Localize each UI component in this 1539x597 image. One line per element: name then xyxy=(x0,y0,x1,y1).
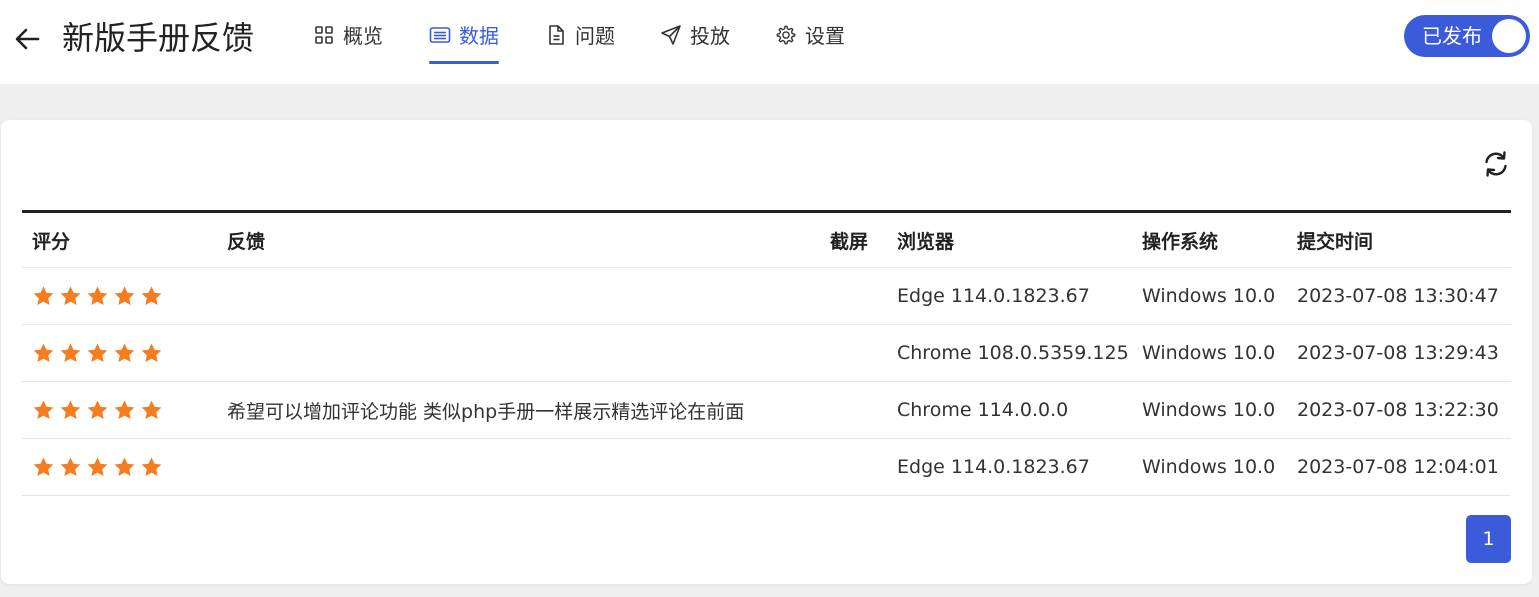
tab-data[interactable]: 数据 xyxy=(429,18,499,64)
star-icon xyxy=(141,285,162,305)
list-icon xyxy=(429,24,451,46)
grid-icon xyxy=(313,24,335,46)
browser-cell: Chrome 108.0.5359.125 xyxy=(897,342,1129,364)
column-header-rating[interactable]: 评分 xyxy=(32,213,70,267)
rating-cell xyxy=(32,439,163,495)
star-icon xyxy=(33,285,54,305)
back-button[interactable] xyxy=(10,22,44,56)
star-icon xyxy=(141,399,162,419)
column-header-os[interactable]: 操作系统 xyxy=(1142,213,1218,267)
browser-cell: Chrome 114.0.0.0 xyxy=(897,399,1069,421)
document-icon xyxy=(545,24,567,46)
table-header-row: 评分 反馈 截屏 浏览器 操作系统 提交时间 xyxy=(22,213,1511,268)
feedback-table: 评分 反馈 截屏 浏览器 操作系统 提交时间 Edge 114.0.1823.6… xyxy=(22,210,1511,496)
os-cell: Windows 10.0 xyxy=(1142,456,1276,478)
star-icon xyxy=(141,342,162,362)
star-rating xyxy=(32,456,163,479)
publish-toggle-label: 已发布 xyxy=(1422,24,1482,48)
time-cell: 2023-07-08 13:30:47 xyxy=(1297,285,1499,307)
time-cell: 2023-07-08 13:29:43 xyxy=(1297,342,1499,364)
send-icon xyxy=(660,24,682,46)
star-icon xyxy=(33,456,54,476)
table-row[interactable]: Edge 114.0.1823.67 Windows 10.0 2023-07-… xyxy=(22,439,1511,496)
feedback-cell: 希望可以增加评论功能 类似php手册一样展示精选评论在前面 xyxy=(227,400,745,423)
star-icon xyxy=(114,285,135,305)
star-icon xyxy=(87,285,108,305)
tab-questions-label: 问题 xyxy=(575,24,615,48)
tab-overview[interactable]: 概览 xyxy=(313,18,383,64)
rating-cell xyxy=(32,268,163,324)
browser-cell: Edge 114.0.1823.67 xyxy=(897,285,1090,307)
refresh-icon xyxy=(1485,151,1507,177)
os-cell: Windows 10.0 xyxy=(1142,285,1276,307)
star-icon xyxy=(114,342,135,362)
column-header-feedback[interactable]: 反馈 xyxy=(227,213,265,267)
os-cell: Windows 10.0 xyxy=(1142,342,1276,364)
star-icon xyxy=(114,399,135,419)
star-rating xyxy=(32,285,163,308)
arrow-left-icon xyxy=(15,28,40,50)
star-icon xyxy=(87,342,108,362)
refresh-button[interactable] xyxy=(1480,148,1512,180)
rating-cell xyxy=(32,382,163,438)
star-icon xyxy=(87,399,108,419)
publish-toggle[interactable]: 已发布 xyxy=(1404,15,1530,57)
top-bar: 新版手册反馈 概览 数据 问题 投放 设置 已发布 xyxy=(0,0,1539,84)
toggle-knob xyxy=(1492,19,1526,53)
tab-questions[interactable]: 问题 xyxy=(545,18,615,64)
page-button-1[interactable]: 1 xyxy=(1466,515,1511,563)
tab-distribute-label: 投放 xyxy=(690,24,730,48)
tab-settings-label: 设置 xyxy=(805,24,845,48)
gear-icon xyxy=(775,24,797,46)
column-header-screenshot[interactable]: 截屏 xyxy=(830,213,868,267)
rating-cell xyxy=(32,325,163,381)
table-row[interactable]: Chrome 108.0.5359.125 Windows 10.0 2023-… xyxy=(22,325,1511,382)
star-icon xyxy=(141,456,162,476)
table-row[interactable]: 希望可以增加评论功能 类似php手册一样展示精选评论在前面 Chrome 114… xyxy=(22,382,1511,439)
star-icon xyxy=(60,285,81,305)
star-icon xyxy=(114,456,135,476)
tab-settings[interactable]: 设置 xyxy=(775,18,845,64)
column-header-browser[interactable]: 浏览器 xyxy=(897,213,954,267)
star-icon xyxy=(87,456,108,476)
time-cell: 2023-07-08 13:22:30 xyxy=(1297,399,1499,421)
tab-overview-label: 概览 xyxy=(343,24,383,48)
tab-data-label: 数据 xyxy=(459,24,499,48)
star-rating xyxy=(32,399,163,422)
column-header-time[interactable]: 提交时间 xyxy=(1297,213,1373,267)
os-cell: Windows 10.0 xyxy=(1142,399,1276,421)
star-icon xyxy=(60,456,81,476)
star-icon xyxy=(60,399,81,419)
browser-cell: Edge 114.0.1823.67 xyxy=(897,456,1090,478)
tab-distribute[interactable]: 投放 xyxy=(660,18,730,64)
star-icon xyxy=(60,342,81,362)
page-title: 新版手册反馈 xyxy=(62,19,255,57)
star-rating xyxy=(32,342,163,365)
star-icon xyxy=(33,342,54,362)
table-row[interactable]: Edge 114.0.1823.67 Windows 10.0 2023-07-… xyxy=(22,268,1511,325)
time-cell: 2023-07-08 12:04:01 xyxy=(1297,456,1499,478)
star-icon xyxy=(33,399,54,419)
